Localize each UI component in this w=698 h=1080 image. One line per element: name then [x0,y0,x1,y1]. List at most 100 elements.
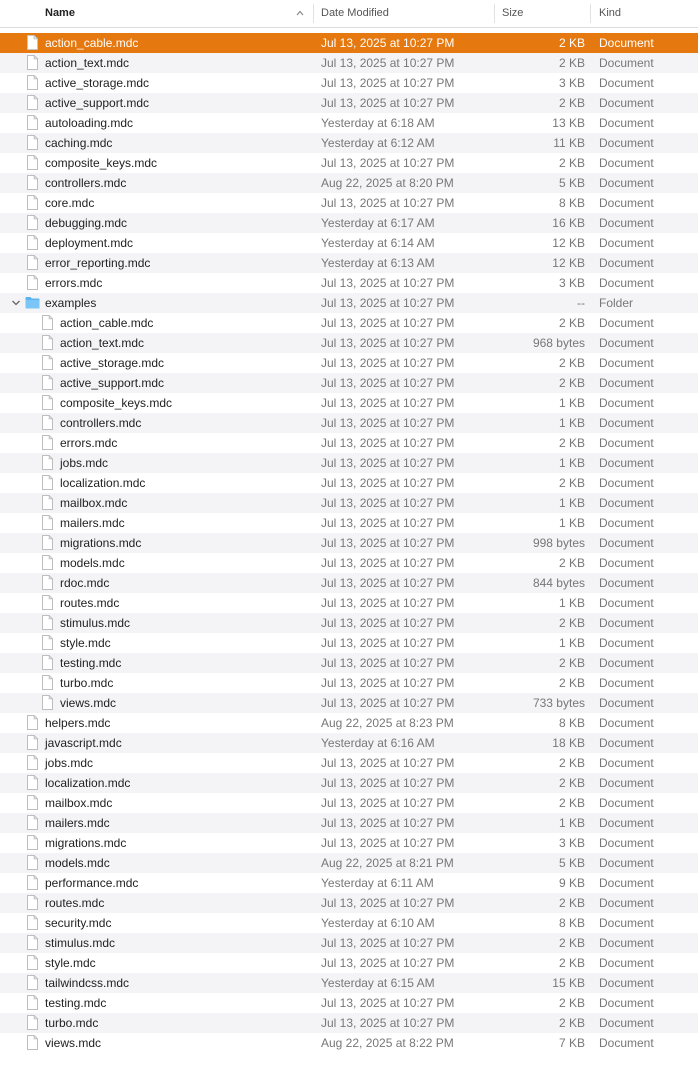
file-kind: Document [599,996,654,1010]
date-modified: Jul 13, 2025 at 10:27 PM [321,196,455,210]
file-row[interactable]: models.mdc Aug 22, 2025 at 8:21 PM 5 KB Doc… [0,853,698,873]
file-size: 1 KB [558,636,585,650]
file-row[interactable]: migrations.mdc Jul 13, 2025 at 10:27 PM 99… [0,533,698,553]
date-modified: Jul 13, 2025 at 10:27 PM [321,416,455,430]
file-row[interactable]: stimulus.mdc Jul 13, 2025 at 10:27 PM 2 KB… [0,613,698,633]
file-row[interactable]: action_cable.mdc Jul 13, 2025 at 10:27 PM… [0,33,698,53]
date-modified: Jul 13, 2025 at 10:27 PM [321,816,455,830]
file-size: 5 KB [558,856,585,870]
file-row[interactable]: autoloading.mdc Yesterday at 6:18 AM 13 KB… [0,113,698,133]
file-row[interactable]: controllers.mdc Jul 13, 2025 at 10:27 PM 1… [0,413,698,433]
date-modified: Jul 13, 2025 at 10:27 PM [321,696,455,710]
date-modified: Jul 13, 2025 at 10:27 PM [321,316,455,330]
document-icon [27,895,38,910]
file-kind: Document [599,156,654,170]
column-header-name[interactable]: Name [45,0,75,27]
file-name: mailers.mdc [60,516,125,530]
file-row[interactable]: style.mdc Jul 13, 2025 at 10:27 PM 1 KB Doc… [0,633,698,653]
file-size: 8 KB [558,916,585,930]
column-header-date-modified[interactable]: Date Modified [321,0,389,27]
file-row[interactable]: localization.mdc Jul 13, 2025 at 10:27 PM… [0,473,698,493]
document-icon [42,655,53,670]
file-row[interactable]: tailwindcss.mdc Yesterday at 6:15 AM 15 KB… [0,973,698,993]
column-divider[interactable] [590,4,591,23]
file-kind: Document [599,36,654,50]
file-kind: Document [599,876,654,890]
file-row[interactable]: routes.mdc Jul 13, 2025 at 10:27 PM 2 KB Do… [0,893,698,913]
file-row[interactable]: testing.mdc Jul 13, 2025 at 10:27 PM 2 KB D… [0,993,698,1013]
file-row[interactable]: helpers.mdc Aug 22, 2025 at 8:23 PM 8 KB Do… [0,713,698,733]
file-name: caching.mdc [45,136,113,150]
file-row[interactable]: debugging.mdc Yesterday at 6:17 AM 16 KB Do… [0,213,698,233]
file-row[interactable]: action_text.mdc Jul 13, 2025 at 10:27 PM 2… [0,53,698,73]
file-row[interactable]: javascript.mdc Yesterday at 6:16 AM 18 KB D… [0,733,698,753]
file-row[interactable]: caching.mdc Yesterday at 6:12 AM 11 KB Docu… [0,133,698,153]
file-row[interactable]: routes.mdc Jul 13, 2025 at 10:27 PM 1 KB Do… [0,593,698,613]
file-row[interactable]: localization.mdc Jul 13, 2025 at 10:27 PM… [0,773,698,793]
file-row[interactable]: controllers.mdc Aug 22, 2025 at 8:20 PM 5 … [0,173,698,193]
file-row[interactable]: errors.mdc Jul 13, 2025 at 10:27 PM 3 KB Do… [0,273,698,293]
file-row[interactable]: errors.mdc Jul 13, 2025 at 10:27 PM 2 KB Do… [0,433,698,453]
file-row[interactable]: testing.mdc Jul 13, 2025 at 10:27 PM 2 KB D… [0,653,698,673]
file-row[interactable]: style.mdc Jul 13, 2025 at 10:27 PM 2 KB Doc… [0,953,698,973]
file-row[interactable]: mailbox.mdc Jul 13, 2025 at 10:27 PM 2 KB D… [0,793,698,813]
file-row[interactable]: mailbox.mdc Jul 13, 2025 at 10:27 PM 1 KB D… [0,493,698,513]
date-modified: Jul 13, 2025 at 10:27 PM [321,776,455,790]
column-header-size[interactable]: Size [502,0,523,27]
file-size: 1 KB [558,496,585,510]
file-name: action_cable.mdc [60,316,154,330]
file-name: autoloading.mdc [45,116,134,130]
column-divider[interactable] [313,4,314,23]
file-row[interactable]: composite_keys.mdc Jul 13, 2025 at 10:27 … [0,153,698,173]
file-row[interactable]: mailers.mdc Jul 13, 2025 at 10:27 PM 1 KB D… [0,813,698,833]
file-size: 2 KB [558,376,585,390]
file-size: 7 KB [558,1036,585,1050]
file-row[interactable]: mailers.mdc Jul 13, 2025 at 10:27 PM 1 KB D… [0,513,698,533]
file-row[interactable]: stimulus.mdc Jul 13, 2025 at 10:27 PM 2 KB… [0,933,698,953]
file-kind: Document [599,756,654,770]
chevron-up-icon[interactable] [295,8,305,18]
file-row[interactable]: active_support.mdc Jul 13, 2025 at 10:27 … [0,93,698,113]
file-name: active_support.mdc [45,96,150,110]
file-name: views.mdc [60,696,117,710]
folder-row[interactable]: examples Jul 13, 2025 at 10:27 PM -- Folder [0,293,698,313]
file-row[interactable]: turbo.mdc Jul 13, 2025 at 10:27 PM 2 KB Doc… [0,1013,698,1033]
file-row[interactable]: action_text.mdc Jul 13, 2025 at 10:27 PM 9… [0,333,698,353]
file-row[interactable]: active_storage.mdc Jul 13, 2025 at 10:27 … [0,353,698,373]
file-kind: Document [599,56,654,70]
file-row[interactable]: models.mdc Jul 13, 2025 at 10:27 PM 2 KB Do… [0,553,698,573]
file-size: 2 KB [558,476,585,490]
file-name: composite_keys.mdc [60,396,173,410]
file-row[interactable]: deployment.mdc Yesterday at 6:14 AM 12 KB D… [0,233,698,253]
file-row[interactable]: jobs.mdc Jul 13, 2025 at 10:27 PM 2 KB Docu… [0,753,698,773]
file-row[interactable]: security.mdc Yesterday at 6:10 AM 8 KB Docu… [0,913,698,933]
document-icon [27,195,38,210]
file-row[interactable]: core.mdc Jul 13, 2025 at 10:27 PM 8 KB Docu… [0,193,698,213]
file-row[interactable]: action_cable.mdc Jul 13, 2025 at 10:27 PM… [0,313,698,333]
document-icon [27,735,38,750]
file-size: 2 KB [558,896,585,910]
file-kind: Document [599,236,654,250]
file-row[interactable]: turbo.mdc Jul 13, 2025 at 10:27 PM 2 KB Doc… [0,673,698,693]
file-name: javascript.mdc [45,736,122,750]
file-row[interactable]: performance.mdc Yesterday at 6:11 AM 9 KB D… [0,873,698,893]
file-row[interactable]: migrations.mdc Jul 13, 2025 at 10:27 PM 3 … [0,833,698,853]
date-modified: Jul 13, 2025 at 10:27 PM [321,276,455,290]
file-row[interactable]: composite_keys.mdc Jul 13, 2025 at 10:27 … [0,393,698,413]
file-row[interactable]: rdoc.mdc Jul 13, 2025 at 10:27 PM 844 byte… [0,573,698,593]
file-row[interactable]: active_support.mdc Jul 13, 2025 at 10:27 … [0,373,698,393]
file-size: 2 KB [558,796,585,810]
file-row[interactable]: views.mdc Aug 22, 2025 at 8:22 PM 7 KB Docu… [0,1033,698,1053]
column-header-kind[interactable]: Kind [599,0,621,27]
column-divider[interactable] [494,4,495,23]
file-size: 12 KB [552,236,585,250]
date-modified: Yesterday at 6:16 AM [321,736,435,750]
file-row[interactable]: error_reporting.mdc Yesterday at 6:13 AM 1… [0,253,698,273]
chevron-down-icon[interactable] [11,299,21,307]
file-size: 2 KB [558,1016,585,1030]
file-size: 18 KB [552,736,585,750]
date-modified: Yesterday at 6:18 AM [321,116,435,130]
file-row[interactable]: active_storage.mdc Jul 13, 2025 at 10:27 … [0,73,698,93]
file-row[interactable]: jobs.mdc Jul 13, 2025 at 10:27 PM 1 KB Docu… [0,453,698,473]
file-row[interactable]: views.mdc Jul 13, 2025 at 10:27 PM 733 byt… [0,693,698,713]
